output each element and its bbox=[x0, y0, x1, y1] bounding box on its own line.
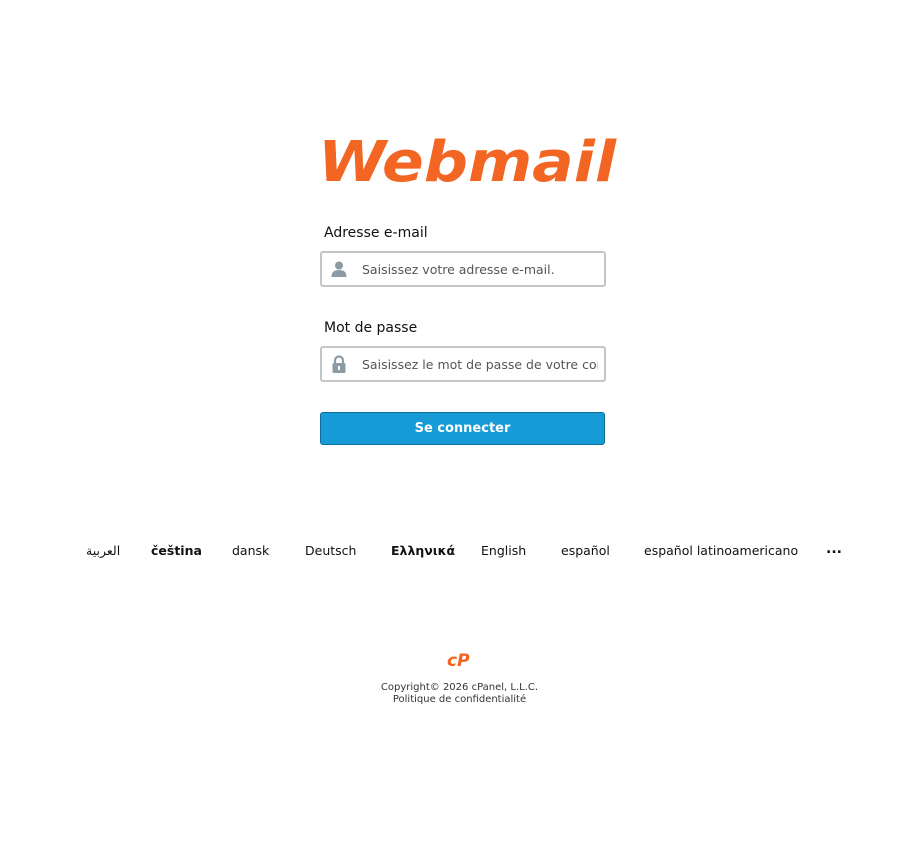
email-field-wrapper bbox=[320, 251, 606, 287]
privacy-policy-link[interactable]: Politique de confidentialité bbox=[393, 694, 526, 705]
user-icon bbox=[330, 260, 348, 278]
lock-icon bbox=[330, 355, 348, 373]
footer: cP Copyright© 2026 cPanel, L.L.C. Politi… bbox=[0, 648, 919, 706]
language-link-german[interactable]: Deutsch bbox=[305, 543, 356, 558]
language-link-english[interactable]: English bbox=[481, 543, 526, 558]
more-languages-button[interactable]: ... bbox=[826, 541, 842, 557]
webmail-logo-text: Webmail bbox=[318, 131, 617, 187]
language-link-arabic[interactable]: العربية bbox=[86, 543, 120, 558]
language-link-spanish-latam[interactable]: español latinoamericano bbox=[644, 543, 798, 558]
login-button[interactable]: Se connecter bbox=[320, 412, 605, 445]
password-input[interactable] bbox=[362, 348, 598, 380]
language-link-czech[interactable]: čeština bbox=[151, 543, 202, 558]
login-form: Adresse e-mail Mot de passe Se connecter bbox=[320, 224, 606, 445]
webmail-logo-image: Webmail bbox=[318, 131, 617, 187]
email-input[interactable] bbox=[362, 253, 598, 285]
language-link-spanish[interactable]: español bbox=[561, 543, 610, 558]
email-label: Adresse e-mail bbox=[324, 225, 428, 241]
cpanel-logo-text: cP bbox=[447, 651, 470, 670]
password-field-wrapper bbox=[320, 346, 606, 382]
password-label: Mot de passe bbox=[324, 320, 418, 336]
copyright-text: Copyright© 2026 cPanel, L.L.C. bbox=[380, 682, 539, 693]
language-link-danish[interactable]: dansk bbox=[232, 543, 269, 558]
cpanel-logo: cP bbox=[447, 651, 470, 670]
language-list: العربية čeština dansk Deutsch Ελληνικά E… bbox=[0, 541, 919, 563]
language-link-greek[interactable]: Ελληνικά bbox=[391, 543, 455, 558]
webmail-logo: Webmail bbox=[314, 131, 620, 187]
